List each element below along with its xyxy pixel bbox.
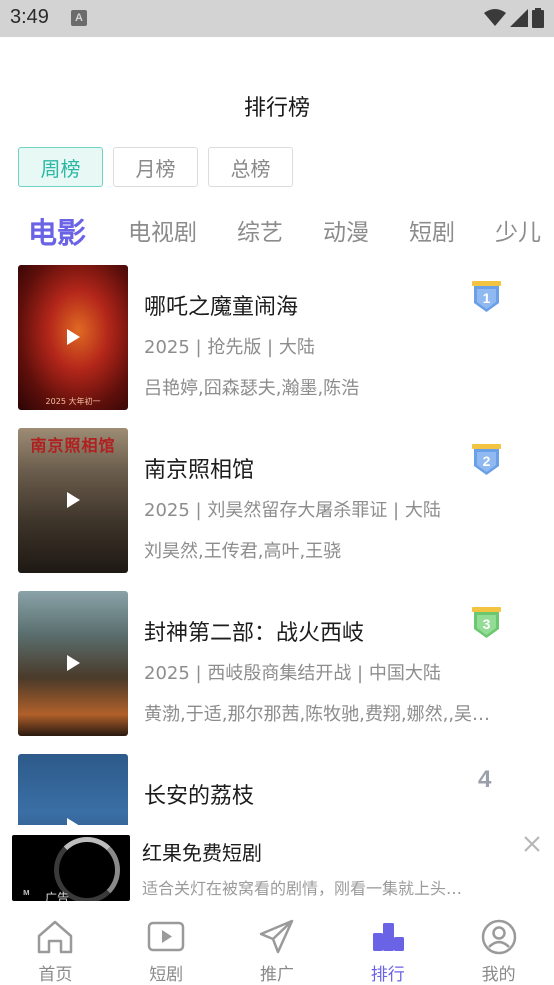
nav-promote-label: 推广 xyxy=(259,965,294,985)
tab-monthly[interactable]: 月榜 xyxy=(113,147,198,187)
poster-caption: 2025 大年初一 xyxy=(45,397,101,406)
category-tabs: 电影 电视剧 综艺 动漫 短剧 少儿 xyxy=(28,208,554,254)
movie-poster[interactable]: 南京照相馆 xyxy=(18,428,128,573)
play-icon xyxy=(67,329,80,345)
ranking-item[interactable]: 长安的荔枝 4 xyxy=(0,754,554,825)
nav-ranking[interactable]: 排行 xyxy=(332,903,443,985)
tab-all-time[interactable]: 总榜 xyxy=(208,147,293,187)
signal-icon xyxy=(510,9,528,27)
movie-title: 南京照相馆 xyxy=(144,458,255,483)
period-tabs: 周榜 月榜 总榜 xyxy=(18,147,293,187)
movie-title: 长安的荔枝 xyxy=(144,784,255,809)
nav-profile[interactable]: 我的 xyxy=(443,903,554,985)
rank-medal-icon: 2 xyxy=(472,444,501,475)
rank-medal-icon: 1 xyxy=(472,281,501,312)
status-time: 3:49 xyxy=(10,6,49,28)
tab-movie[interactable]: 电影 xyxy=(28,212,86,254)
rank-number-text: 3 xyxy=(483,616,491,632)
rank-medal-icon: 3 xyxy=(472,607,501,638)
tab-weekly[interactable]: 周榜 xyxy=(18,147,103,187)
play-icon xyxy=(67,492,80,508)
ranking-item[interactable]: 封神第二部：战火西岐 2025 | 西岐殷商集结开战 | 中国大陆 黄渤,于适,… xyxy=(0,591,554,754)
poster-title-art: 南京照相馆 xyxy=(30,436,116,455)
rank-number: 4 xyxy=(478,766,492,793)
movie-title: 封神第二部：战火西岐 xyxy=(144,621,365,646)
movie-poster[interactable] xyxy=(18,754,128,825)
movie-poster[interactable]: 2025 大年初一 xyxy=(18,265,128,410)
ranking-list: 2025 大年初一 哪吒之魔童闹海 2025 | 抢先版 | 大陆 吕艳婷,囧森… xyxy=(0,265,554,825)
play-icon xyxy=(67,655,80,671)
home-icon xyxy=(38,920,73,954)
status-indicators xyxy=(484,8,544,28)
movie-cast: 吕艳婷,囧森瑟夫,瀚墨,陈浩 xyxy=(144,378,360,399)
tab-variety[interactable]: 综艺 xyxy=(237,212,283,254)
nav-short-drama[interactable]: 短剧 xyxy=(111,903,222,985)
paper-plane-icon xyxy=(259,919,294,954)
bottom-navigation: 首页 短剧 推广 排行 我的 xyxy=(0,903,554,985)
tab-kids[interactable]: 少儿 xyxy=(495,212,541,254)
movie-cast: 黄渤,于适,那尔那茜,陈牧驰,费翔,娜然,,吴… xyxy=(144,704,491,725)
tab-tv-series[interactable]: 电视剧 xyxy=(128,212,197,254)
movie-meta: 2025 | 刘昊然留存大屠杀罪证 | 大陆 xyxy=(144,500,441,521)
movie-meta: 2025 | 抢先版 | 大陆 xyxy=(144,337,315,358)
rank-number-text: 2 xyxy=(483,453,491,469)
nav-short-drama-label: 短剧 xyxy=(149,965,184,985)
ranking-item[interactable]: 2025 大年初一 哪吒之魔童闹海 2025 | 抢先版 | 大陆 吕艳婷,囧森… xyxy=(0,265,554,428)
rank-number-text: 1 xyxy=(483,290,491,306)
nav-home-label: 首页 xyxy=(38,965,73,985)
user-icon xyxy=(481,919,516,955)
tab-short-drama[interactable]: 短剧 xyxy=(409,212,455,254)
nav-home[interactable]: 首页 xyxy=(0,903,111,985)
status-bar: 3:49 A xyxy=(0,0,554,37)
movie-meta: 2025 | 西岐殷商集结开战 | 中国大陆 xyxy=(144,663,441,684)
close-icon[interactable] xyxy=(522,834,542,854)
ad-description: 适合关灯在被窝看的剧情，刚看一集就上头… xyxy=(142,879,463,898)
nav-ranking-label: 排行 xyxy=(370,965,405,985)
battery-icon xyxy=(532,8,544,28)
movie-title: 哪吒之魔童闹海 xyxy=(144,295,299,320)
wifi-icon xyxy=(484,9,506,26)
ad-title: 红果免费短剧 xyxy=(142,841,262,865)
ad-thumbnail[interactable]: ᴍ 广告 xyxy=(12,835,130,901)
ad-label: 广告 xyxy=(45,891,70,901)
ad-banner[interactable]: ᴍ 广告 红果免费短剧 适合关灯在被窝看的剧情，刚看一集就上头… xyxy=(0,825,554,903)
notification-a-icon: A xyxy=(71,10,87,26)
ad-logo-icon: ᴍ xyxy=(23,887,30,897)
play-icon xyxy=(67,818,80,825)
play-box-icon xyxy=(147,921,185,952)
nav-profile-label: 我的 xyxy=(481,965,516,985)
ranking-item[interactable]: 南京照相馆 南京照相馆 2025 | 刘昊然留存大屠杀罪证 | 大陆 刘昊然,王… xyxy=(0,428,554,591)
movie-poster[interactable] xyxy=(18,591,128,736)
page-title: 排行榜 xyxy=(243,96,310,121)
tab-anime[interactable]: 动漫 xyxy=(323,212,369,254)
movie-cast: 刘昊然,王传君,高叶,王骁 xyxy=(144,541,342,562)
nav-promote[interactable]: 推广 xyxy=(222,903,333,985)
ranking-icon xyxy=(372,923,404,951)
